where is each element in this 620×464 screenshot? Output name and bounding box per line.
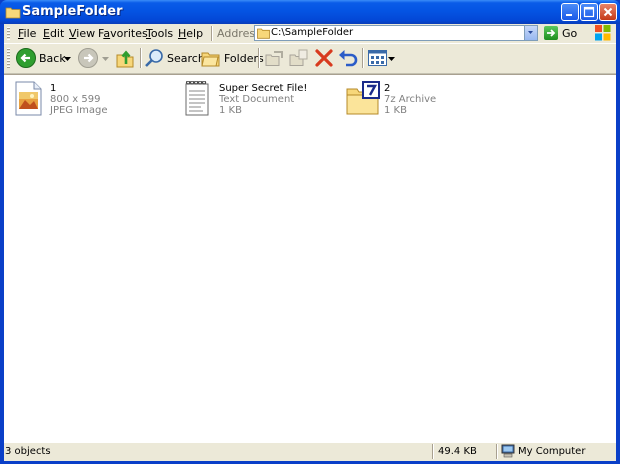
file-details: Super Secret File! Text Document 1 KB — [219, 83, 307, 116]
maximize-button[interactable] — [580, 3, 598, 21]
menu-tools[interactable]: Tools — [146, 27, 173, 41]
address-dropdown-button[interactable] — [524, 26, 537, 40]
undo-icon — [339, 50, 358, 67]
menu-view[interactable]: View — [69, 27, 95, 41]
folders-icon — [201, 52, 220, 67]
menu-favorites[interactable]: Favorites — [98, 27, 148, 41]
explorer-window: SampleFolder File Edit View Favorites To… — [0, 0, 620, 464]
toolbar-separator — [258, 48, 260, 68]
toolbar-separator — [362, 48, 364, 68]
back-arrow-icon — [16, 48, 36, 68]
7z-archive-icon — [346, 81, 380, 115]
toolbar-grip[interactable] — [7, 48, 10, 69]
maximize-icon — [583, 6, 595, 18]
folders-button[interactable]: Folders — [200, 47, 264, 69]
up-folder-icon — [116, 50, 134, 68]
go-button[interactable]: Go — [542, 25, 582, 41]
title-bar[interactable]: SampleFolder — [0, 0, 620, 24]
status-divider — [496, 444, 498, 459]
move-to-button[interactable] — [264, 47, 286, 69]
folder-icon — [257, 28, 270, 39]
window-frame: File Edit View Favorites Tools Help Addr… — [4, 24, 616, 461]
forward-button[interactable] — [77, 47, 99, 69]
file-detail: 800 x 599 — [50, 94, 101, 105]
window-title: SampleFolder — [22, 4, 123, 19]
file-name: 2 — [384, 83, 391, 94]
toolbar-separator — [140, 48, 142, 68]
file-list-pane[interactable]: 1 800 x 599 JPEG Image Super Secret File… — [4, 74, 616, 442]
go-label: Go — [562, 27, 578, 40]
jpeg-image-icon — [15, 81, 42, 116]
status-object-count: 3 objects — [5, 446, 51, 457]
go-arrow-icon — [544, 26, 558, 40]
address-path[interactable]: C:\SampleFolder — [271, 27, 353, 38]
views-button[interactable] — [367, 47, 395, 69]
windows-logo-icon — [595, 25, 611, 41]
menu-edit[interactable]: Edit — [43, 27, 64, 41]
forward-dropdown-icon[interactable] — [102, 57, 109, 62]
views-icon — [368, 50, 395, 66]
file-item[interactable]: Super Secret File! Text Document 1 KB — [181, 81, 331, 121]
up-folder-button[interactable] — [114, 47, 136, 69]
file-type: 1 KB — [384, 105, 407, 116]
status-size: 49.4 KB — [438, 446, 477, 457]
forward-arrow-icon — [78, 48, 98, 68]
address-separator — [211, 26, 213, 41]
close-icon — [603, 7, 613, 17]
menu-help[interactable]: Help — [178, 27, 203, 41]
file-type: JPEG Image — [50, 105, 108, 116]
file-detail: 7z Archive — [384, 94, 437, 105]
delete-button[interactable] — [313, 47, 335, 69]
file-details: 1 800 x 599 JPEG Image — [50, 83, 108, 116]
status-divider — [432, 444, 434, 459]
file-item[interactable]: 2 7z Archive 1 KB — [346, 81, 496, 121]
copy-to-icon — [289, 49, 308, 66]
address-bar[interactable]: C:\SampleFolder — [254, 25, 538, 41]
file-type: 1 KB — [219, 105, 242, 116]
file-item[interactable]: 1 800 x 599 JPEG Image — [12, 81, 162, 121]
close-button[interactable] — [599, 3, 617, 21]
copy-to-button[interactable] — [288, 47, 310, 69]
menu-grip[interactable] — [7, 27, 10, 40]
file-details: 2 7z Archive 1 KB — [384, 83, 436, 116]
file-name: Super Secret File! — [219, 83, 308, 94]
search-icon — [145, 49, 163, 67]
move-to-icon — [265, 51, 283, 66]
back-dropdown-icon[interactable] — [64, 57, 71, 62]
chevron-down-icon — [528, 31, 533, 34]
minimize-icon — [566, 14, 572, 16]
standard-toolbar: Back Search Folders — [4, 44, 616, 74]
back-label: Back — [39, 52, 66, 65]
delete-icon — [315, 49, 333, 67]
status-location: My Computer — [518, 446, 586, 457]
folder-icon — [5, 7, 21, 19]
search-button[interactable]: Search — [144, 47, 205, 69]
text-document-icon — [185, 81, 209, 116]
status-bar: 3 objects 49.4 KB My Computer — [4, 442, 616, 461]
menu-bar: File Edit View Favorites Tools Help Addr… — [4, 24, 616, 44]
menu-file[interactable]: File — [18, 27, 36, 41]
my-computer-icon — [501, 444, 515, 458]
file-name: 1 — [50, 83, 57, 94]
file-detail: Text Document — [219, 94, 295, 105]
minimize-button[interactable] — [561, 3, 579, 21]
undo-button[interactable] — [337, 47, 359, 69]
